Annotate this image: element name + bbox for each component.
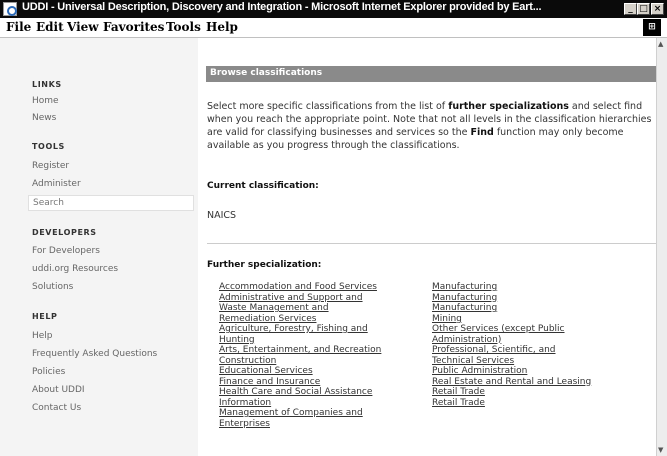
sidebar-item-faq[interactable]: Frequently Asked Questions: [32, 349, 157, 359]
section-title: Browse classifications: [210, 68, 323, 78]
menu-help[interactable]: Help: [206, 20, 238, 34]
window-title: UDDI - Universal Description, Discovery …: [22, 1, 542, 13]
classification-link[interactable]: Finance and Insurance: [219, 377, 381, 388]
classification-link[interactable]: Professional, Scientific, and: [432, 345, 591, 356]
classification-link[interactable]: Hunting: [219, 335, 381, 346]
title-bar: UDDI - Universal Description, Discovery …: [0, 0, 667, 18]
further-specialization-label: Further specialization:: [207, 260, 322, 270]
section-header: Browse classifications: [206, 66, 656, 82]
classification-link[interactable]: Arts, Entertainment, and Recreation: [219, 345, 381, 356]
classification-link[interactable]: Management of Companies and: [219, 408, 381, 419]
classification-link[interactable]: Accommodation and Food Services: [219, 282, 381, 293]
classification-link[interactable]: Real Estate and Rental and Leasing: [432, 377, 591, 388]
sidebar-item-news[interactable]: News: [32, 113, 56, 123]
classification-link[interactable]: Manufacturing: [432, 282, 591, 293]
classification-link[interactable]: Educational Services: [219, 366, 381, 377]
menu-tools[interactable]: Tools: [166, 20, 201, 34]
sidebar-item-uddi-resources[interactable]: uddi.org Resources: [32, 264, 118, 274]
tools-heading: TOOLS: [32, 142, 65, 151]
minimize-button[interactable]: _: [624, 3, 637, 15]
sidebar-item-about[interactable]: About UDDI: [32, 385, 85, 395]
classification-link[interactable]: Mining: [432, 314, 591, 325]
sidebar-item-solutions[interactable]: Solutions: [32, 282, 73, 292]
sidebar-item-search-label: Search: [33, 198, 64, 208]
classification-link[interactable]: Enterprises: [219, 419, 381, 430]
instructions-text: Select more specific classifications fro…: [207, 101, 652, 151]
sidebar-item-policies[interactable]: Policies: [32, 367, 65, 377]
classification-link[interactable]: Administration): [432, 335, 591, 346]
classification-link[interactable]: Public Administration: [432, 366, 591, 377]
windows-logo-icon: ⊞: [643, 19, 661, 36]
developers-heading: DEVELOPERS: [32, 228, 97, 237]
sidebar-item-for-developers[interactable]: For Developers: [32, 246, 100, 256]
menu-view[interactable]: View: [67, 20, 99, 34]
sidebar: LINKS Home News TOOLS Register Administe…: [0, 38, 198, 456]
maximize-button[interactable]: □: [637, 3, 650, 15]
menu-edit[interactable]: Edit: [36, 20, 64, 34]
classification-link[interactable]: Other Services (except Public: [432, 324, 591, 335]
classification-link[interactable]: Retail Trade: [432, 387, 591, 398]
sidebar-item-register[interactable]: Register: [32, 161, 69, 171]
scroll-down-icon[interactable]: ▼: [658, 446, 663, 454]
classification-link[interactable]: Remediation Services: [219, 314, 381, 325]
divider: [207, 243, 656, 244]
sidebar-item-help[interactable]: Help: [32, 331, 53, 341]
menu-bar: File Edit View Favorites Tools Help ⊞: [0, 18, 667, 38]
menu-favorites[interactable]: Favorites: [103, 20, 164, 34]
vertical-scrollbar[interactable]: ▲ ▼: [656, 38, 667, 456]
scroll-up-icon[interactable]: ▲: [658, 40, 663, 48]
links-heading: LINKS: [32, 80, 62, 89]
classification-link[interactable]: Manufacturing: [432, 303, 591, 314]
current-classification-value: NAICS: [207, 210, 237, 221]
menu-file[interactable]: File: [6, 20, 31, 34]
classification-list-left: Accommodation and Food Services Administr…: [219, 282, 381, 429]
classification-link[interactable]: Information: [219, 398, 381, 409]
classification-link[interactable]: Health Care and Social Assistance: [219, 387, 381, 398]
classification-link[interactable]: Technical Services: [432, 356, 591, 367]
current-classification-label: Current classification:: [207, 181, 319, 191]
classification-list-right: Manufacturing Manufacturing Manufacturing M…: [432, 282, 591, 408]
ie-logo-icon: [3, 2, 17, 16]
sidebar-item-home[interactable]: Home: [32, 96, 59, 106]
classification-link[interactable]: Manufacturing: [432, 293, 591, 304]
help-heading: HELP: [32, 312, 58, 321]
classification-link[interactable]: Waste Management and: [219, 303, 381, 314]
classification-link[interactable]: Agriculture, Forestry, Fishing and: [219, 324, 381, 335]
sidebar-item-contact[interactable]: Contact Us: [32, 403, 81, 413]
sidebar-item-administer[interactable]: Administer: [32, 179, 81, 189]
main-content: Browse classifications Select more speci…: [198, 38, 656, 456]
sidebar-item-search[interactable]: Search: [28, 195, 194, 211]
classification-link[interactable]: Retail Trade: [432, 398, 591, 409]
classification-link[interactable]: Administrative and Support and: [219, 293, 381, 304]
close-button[interactable]: ×: [651, 3, 664, 15]
classification-link[interactable]: Construction: [219, 356, 381, 367]
